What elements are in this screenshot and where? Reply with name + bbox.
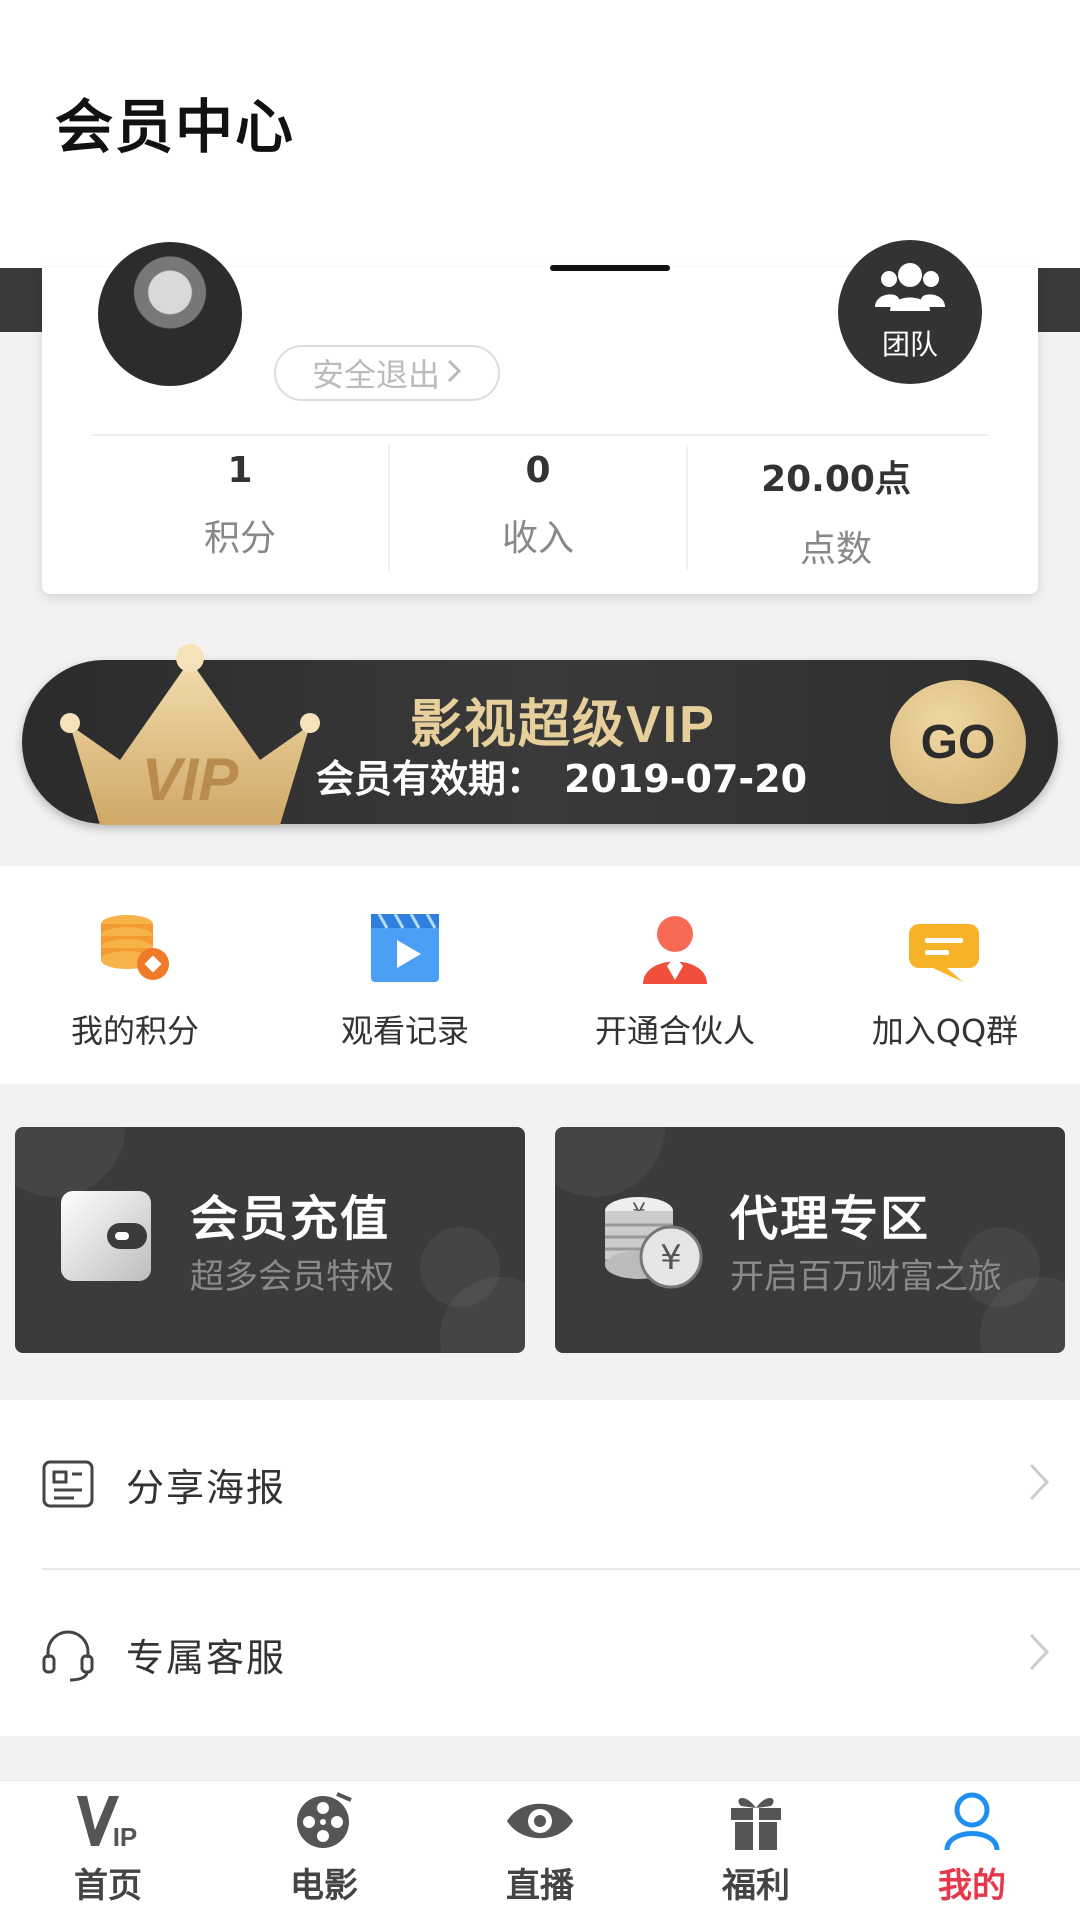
quick-action-label: 我的积分 <box>70 1012 199 1050</box>
member-recharge-card[interactable]: 会员充值 超多会员特权 <box>15 1127 525 1353</box>
quick-action-label: 加入QQ群 <box>871 1012 1019 1050</box>
nav-home[interactable]: IP 首页 <box>0 1790 216 1907</box>
nav-label: 首页 <box>74 1866 142 1906</box>
nav-live[interactable]: 直播 <box>432 1790 648 1907</box>
avatar[interactable] <box>96 240 244 388</box>
svg-text:¥: ¥ <box>660 1238 682 1278</box>
logout-button[interactable]: 安全退出 <box>274 345 500 401</box>
vip-go-button[interactable]: GO <box>890 680 1026 804</box>
team-button[interactable]: 团队 <box>838 240 982 384</box>
nav-label: 直播 <box>506 1866 574 1906</box>
vip-expiry-date: 2019-07-20 <box>564 757 808 801</box>
vip-crown-icon: VIP <box>60 640 320 825</box>
decor-circle <box>15 1127 125 1197</box>
list-item-customer-service[interactable]: 专属客服 <box>0 1570 1080 1738</box>
agent-zone-card[interactable]: ¥ ¥ 代理专区 开启百万财富之旅 <box>555 1127 1065 1353</box>
nav-welfare[interactable]: 福利 <box>648 1790 864 1907</box>
quick-action-my-points[interactable]: 我的积分 <box>0 910 270 1052</box>
username-redacted-bar <box>550 265 670 271</box>
chevron-right-icon <box>1028 1632 1050 1676</box>
quick-action-label: 观看记录 <box>340 1012 469 1050</box>
coins-stack-icon <box>0 910 270 986</box>
user-icon <box>864 1790 1080 1852</box>
wallet-icon <box>59 1189 153 1287</box>
card-divider <box>92 434 988 436</box>
partner-person-icon <box>540 910 810 986</box>
svg-text:VIP: VIP <box>142 746 240 813</box>
chevron-right-icon <box>446 354 462 392</box>
card-subtitle: 开启百万财富之旅 <box>730 1257 1002 1297</box>
list-item-label: 专属客服 <box>126 1635 287 1680</box>
film-reel-icon <box>216 1790 432 1852</box>
stat-label: 收入 <box>501 518 574 559</box>
vip-expiry: 会员有效期： 2019-07-20 <box>316 748 827 803</box>
vip-title: 影视超级VIP <box>410 696 716 754</box>
chevron-right-icon <box>1028 1462 1050 1506</box>
stat-value: 1 <box>227 450 253 491</box>
video-play-icon <box>270 910 540 986</box>
quick-action-watch-history[interactable]: 观看记录 <box>270 910 540 1052</box>
eye-icon <box>432 1790 648 1852</box>
headset-icon <box>40 1626 96 1682</box>
stat-value: 0 <box>525 450 551 491</box>
poster-icon <box>40 1456 96 1512</box>
stat-value: 20.00点 <box>761 459 911 500</box>
card-subtitle: 超多会员特权 <box>190 1257 394 1297</box>
nav-mine[interactable]: 我的 <box>864 1790 1080 1907</box>
yuan-coins-icon: ¥ ¥ <box>599 1189 709 1303</box>
quick-action-label: 开通合伙人 <box>594 1012 755 1050</box>
card-title: 代理专区 <box>730 1191 931 1247</box>
list-item-share-poster[interactable]: 分享海报 <box>0 1400 1080 1568</box>
page-title: 会员中心 <box>55 93 296 161</box>
nav-label: 福利 <box>722 1866 790 1906</box>
vip-home-icon: IP <box>0 1790 216 1852</box>
gift-icon <box>648 1790 864 1852</box>
team-label: 团队 <box>881 328 938 361</box>
stat-points[interactable]: 1 积分 <box>92 440 388 570</box>
card-title: 会员充值 <box>190 1191 391 1247</box>
list-item-label: 分享海报 <box>126 1465 287 1510</box>
chat-bubble-icon <box>810 910 1080 986</box>
stat-income[interactable]: 0 收入 <box>390 440 686 570</box>
svg-text:IP: IP <box>113 1822 138 1852</box>
stat-label: 点数 <box>799 529 872 570</box>
quick-action-join-qq-group[interactable]: 加入QQ群 <box>810 910 1080 1052</box>
quick-action-become-partner[interactable]: 开通合伙人 <box>540 910 810 1052</box>
stat-label: 积分 <box>203 518 276 559</box>
vip-expiry-label: 会员有效期： <box>316 757 545 801</box>
logout-label: 安全退出 <box>311 356 440 394</box>
decor-circle <box>555 1127 665 1197</box>
nav-movies[interactable]: 电影 <box>216 1790 432 1907</box>
nav-label: 我的 <box>938 1866 1006 1906</box>
stat-balance[interactable]: 20.00点 点数 <box>688 440 984 570</box>
team-icon <box>875 261 945 317</box>
nav-label: 电影 <box>290 1866 358 1906</box>
